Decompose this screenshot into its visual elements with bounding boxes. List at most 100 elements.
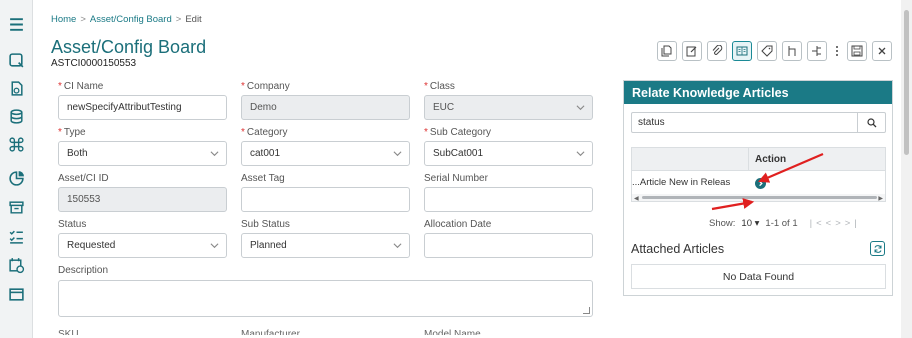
serial-number-label: Serial Number (424, 173, 488, 184)
asset-id-label: ASTCI0000150553 (51, 58, 137, 69)
chevron-right-icon (759, 180, 763, 187)
scroll-right-icon[interactable]: ▶ (878, 195, 883, 202)
grid-header: Action (631, 147, 886, 171)
status-label: Status (58, 219, 87, 230)
asset-tag-label: Asset Tag (241, 173, 285, 184)
breadcrumb-separator: > (80, 14, 86, 25)
chevron-down-icon (210, 149, 219, 158)
type-label: * Type (58, 127, 86, 138)
ci-name-label: * CI Name (58, 81, 104, 92)
horizontal-scrollbar[interactable]: ◀ ▶ (631, 194, 886, 202)
tag-button[interactable] (757, 41, 777, 61)
pie-chart-icon[interactable] (8, 170, 25, 187)
category-label: * Category (241, 127, 288, 138)
manufacturer-label: Manufacturer (241, 329, 300, 335)
asset-ci-id-label: Asset/CI ID (58, 173, 109, 184)
left-nav-rail (0, 0, 33, 338)
relate-article-button[interactable] (755, 178, 766, 189)
company-field: Demo (241, 95, 410, 120)
window-icon[interactable] (8, 286, 25, 303)
asset-ci-id-field: 150553 (58, 187, 227, 212)
status-select[interactable]: Requested (58, 233, 227, 258)
search-icon (866, 117, 876, 127)
page-size-label: Show: (709, 218, 736, 229)
type-select[interactable]: Both (58, 141, 227, 166)
description-label: Description (58, 265, 109, 276)
page-size-select[interactable]: 10 ▾ (741, 218, 759, 229)
asset-icon[interactable] (8, 52, 25, 69)
list-check-icon[interactable] (8, 228, 25, 245)
menu-icon[interactable] (8, 16, 25, 33)
company-label: * Company (241, 81, 290, 92)
pager-nav-icons[interactable]: |<<>>| (810, 218, 861, 229)
breadcrumb: Home > Asset/Config Board > Edit (51, 14, 202, 25)
chevron-down-icon (576, 149, 585, 158)
page-range-label: 1-1 of 1 (765, 218, 798, 229)
required-mark: * (424, 127, 428, 138)
knowledge-search[interactable]: status (631, 112, 886, 133)
table-row: Article New in Releas... (631, 171, 886, 194)
page-title: Asset/Config Board (51, 37, 207, 57)
refresh-icon (873, 244, 882, 253)
description-textarea[interactable] (58, 280, 593, 317)
sub-status-select[interactable]: Planned (241, 233, 410, 258)
relations-button[interactable] (807, 41, 827, 61)
attached-articles-title: Attached Articles (631, 242, 725, 256)
save-icon (851, 45, 863, 57)
pagination: Show: 10 ▾ 1-1 of 1 |<<>>| (709, 218, 861, 229)
chevron-down-icon (576, 103, 585, 112)
chevron-down-icon (393, 241, 402, 250)
save-button[interactable] (847, 41, 867, 61)
page-scrollbar[interactable] (901, 0, 912, 338)
scrollbar-thumb[interactable] (642, 196, 877, 199)
command-icon[interactable] (8, 136, 25, 153)
scroll-left-icon[interactable]: ◀ (634, 195, 639, 202)
required-mark: * (424, 81, 428, 92)
archive-icon[interactable] (8, 199, 25, 216)
database-icon[interactable] (8, 108, 25, 125)
allocation-date-label: Allocation Date (424, 219, 492, 230)
search-button[interactable] (857, 113, 885, 132)
resize-handle[interactable] (583, 307, 590, 314)
refresh-doc-icon[interactable] (8, 80, 25, 97)
chevron-down-icon (393, 149, 402, 158)
more-vertical-icon (836, 46, 838, 56)
knowledge-button[interactable] (732, 41, 752, 61)
breadcrumb-home[interactable]: Home (51, 14, 76, 25)
serial-number-input[interactable] (424, 187, 593, 212)
relations-icon (812, 46, 821, 56)
breadcrumb-current: Edit (185, 14, 202, 25)
knowledge-panel-title: Relate Knowledge Articles (624, 81, 892, 104)
action-toolbar (657, 41, 892, 61)
attachment-button[interactable] (707, 41, 727, 61)
required-mark: * (241, 127, 245, 138)
sub-category-select[interactable]: SubCat001 (424, 141, 593, 166)
allocation-date-input[interactable] (424, 233, 593, 258)
knowledge-search-input[interactable]: status (638, 117, 665, 128)
hierarchy-button[interactable] (782, 41, 802, 61)
category-select[interactable]: cat001 (241, 141, 410, 166)
class-select[interactable]: EUC (424, 95, 593, 120)
page-scrollbar-thumb[interactable] (904, 10, 909, 155)
close-button[interactable] (872, 41, 892, 61)
copy-button[interactable] (657, 41, 677, 61)
required-mark: * (58, 81, 62, 92)
ci-name-input[interactable]: newSpecifyAttributTesting (58, 95, 227, 120)
refresh-button[interactable] (870, 241, 885, 256)
calendar-clock-icon[interactable] (8, 257, 25, 274)
knowledge-panel: Relate Knowledge Articles status Action … (623, 80, 893, 296)
model-name-label: Model Name (424, 329, 481, 335)
edit-button[interactable] (682, 41, 702, 61)
required-mark: * (241, 81, 245, 92)
sub-status-label: Sub Status (241, 219, 290, 230)
asset-tag-input[interactable] (241, 187, 410, 212)
breadcrumb-section[interactable]: Asset/Config Board (90, 14, 172, 25)
hierarchy-icon (788, 46, 796, 56)
sub-category-label: * Sub Category (424, 127, 492, 138)
close-icon (878, 47, 886, 55)
paperclip-icon (712, 45, 723, 55)
copy-icon (661, 45, 672, 57)
no-data-message: No Data Found (631, 264, 886, 289)
class-label: * Class (424, 81, 455, 92)
more-options-button[interactable] (832, 41, 842, 61)
